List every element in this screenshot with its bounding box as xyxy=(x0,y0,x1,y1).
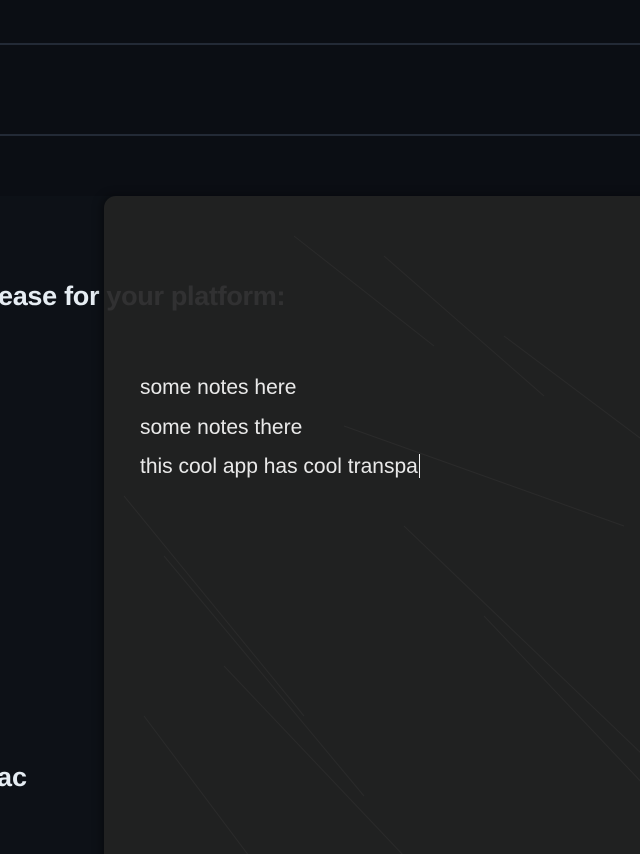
notes-editor[interactable]: some notes here some notes there this co… xyxy=(140,368,640,487)
header-divider xyxy=(0,43,640,45)
note-line[interactable]: this cool app has cool transpa xyxy=(140,447,640,487)
nav-divider xyxy=(0,134,640,136)
text-caret xyxy=(418,454,421,478)
note-line[interactable]: some notes here xyxy=(140,368,640,408)
note-line-text[interactable]: this cool app has cool transpa xyxy=(140,455,418,478)
screen: ease for your platform: ac some notes he… xyxy=(0,0,640,854)
platform-label[interactable]: ac xyxy=(0,762,27,793)
window-texture xyxy=(123,235,640,854)
note-line[interactable]: some notes there xyxy=(140,408,640,448)
notes-app-window[interactable]: some notes here some notes there this co… xyxy=(104,196,640,854)
